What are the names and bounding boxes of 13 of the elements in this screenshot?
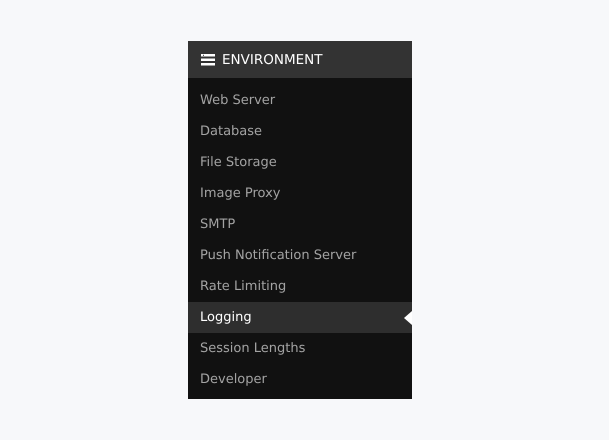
menu-item[interactable]: Push Notification Server	[188, 240, 412, 271]
menu-item[interactable]: Web Server	[188, 85, 412, 116]
menu-item[interactable]: SMTP	[188, 209, 412, 240]
section-title: ENVIRONMENT	[222, 52, 322, 68]
menu-item[interactable]: File Storage	[188, 147, 412, 178]
list-icon	[201, 54, 215, 66]
menu-item[interactable]: Logging	[188, 302, 412, 333]
pointer-icon	[404, 311, 412, 325]
menu-item[interactable]: Developer	[188, 364, 412, 395]
menu-item[interactable]: Rate Limiting	[188, 271, 412, 302]
menu-item[interactable]: Session Lengths	[188, 333, 412, 364]
menu-item[interactable]: Database	[188, 116, 412, 147]
menu-item[interactable]: Image Proxy	[188, 178, 412, 209]
